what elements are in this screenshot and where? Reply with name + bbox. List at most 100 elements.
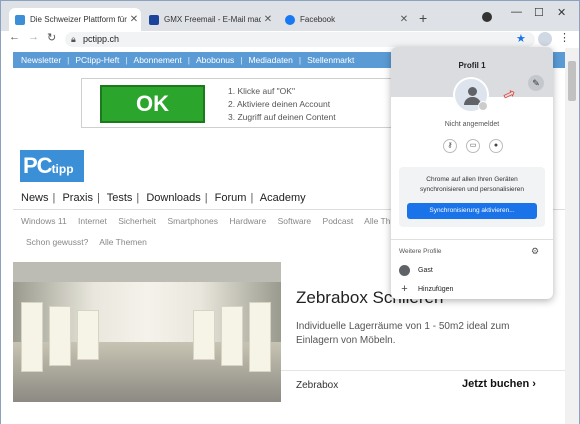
nav-newsletter[interactable]: Newsletter: [21, 55, 61, 65]
new-tab-icon[interactable]: +: [419, 10, 427, 26]
divider: [391, 239, 553, 240]
guest-label: Gast: [418, 267, 433, 274]
nav-mediadaten[interactable]: Mediadaten: [248, 55, 292, 65]
close-tab-icon[interactable]: ✕: [127, 14, 141, 25]
reload-icon[interactable]: ↻: [47, 31, 56, 44]
topic-hardware[interactable]: Hardware: [229, 216, 266, 226]
ad-step: 1. Klicke auf "OK": [228, 86, 295, 96]
storage-door: [77, 310, 99, 360]
gmx-favicon-icon: [149, 14, 159, 25]
logo-main: PC: [23, 153, 53, 178]
topic-alle-themen-truncated[interactable]: Alle Th: [364, 216, 390, 226]
close-tab-icon[interactable]: ✕: [397, 14, 411, 25]
add-profile-item[interactable]: + Hinzufügen: [399, 283, 453, 295]
topic-alle-themen[interactable]: Alle Themen: [99, 237, 147, 247]
tab-title: GMX Freemail - E-Mail made in G: [164, 15, 261, 24]
topic-smartphones[interactable]: Smartphones: [167, 216, 218, 226]
promo-description: Individuelle Lagerräume von 1 - 50m2 ide…: [296, 321, 510, 346]
avatar-badge-icon: [478, 101, 488, 111]
minimize-icon[interactable]: —: [511, 6, 522, 18]
book-now-label: Jetzt buchen: [462, 378, 530, 390]
address-location-icon[interactable]: ●: [489, 139, 503, 153]
storage-hall-photo[interactable]: [13, 262, 281, 402]
menu-kebab-icon[interactable]: ⋮: [559, 31, 570, 44]
topic-windows-11[interactable]: Windows 11: [21, 216, 67, 226]
maximize-icon[interactable]: ☐: [534, 6, 544, 19]
tab-search-icon[interactable]: [482, 12, 492, 22]
main-navigation: News | Praxis | Tests | Downloads | Forum | A…: [21, 192, 310, 204]
separator: |: [97, 192, 100, 204]
promo-brand: Zebrabox: [296, 380, 339, 391]
close-tab-icon[interactable]: ✕: [261, 14, 275, 25]
guest-person-icon: [399, 265, 410, 276]
guest-profile-item[interactable]: Gast: [399, 265, 433, 276]
scrollbar-thumb[interactable]: [568, 61, 576, 101]
browser-toolbar: ← → ↻ 🔒︎ pctipp.ch ★ ⋮: [1, 31, 579, 48]
chevron-right-icon: ›: [532, 378, 536, 390]
storage-door: [193, 310, 215, 360]
nav-news[interactable]: News: [21, 192, 49, 204]
url-text[interactable]: pctipp.ch: [83, 34, 119, 44]
close-window-icon[interactable]: ✕: [557, 6, 566, 19]
nav-downloads[interactable]: Downloads: [146, 192, 200, 204]
separator: |: [187, 55, 190, 65]
tab-gmx[interactable]: GMX Freemail - E-Mail made in G ✕: [143, 8, 275, 31]
topic-podcast[interactable]: Podcast: [323, 216, 354, 226]
page-scrollbar[interactable]: [565, 48, 579, 424]
separator: |: [298, 55, 302, 65]
separator: |: [125, 55, 128, 65]
book-now-link[interactable]: Jetzt buchen ›: [462, 378, 536, 390]
logo-sub: tipp: [51, 162, 74, 176]
bookmark-star-icon[interactable]: ★: [516, 32, 526, 45]
nav-academy[interactable]: Academy: [260, 192, 306, 204]
profile-avatar-button[interactable]: [538, 32, 552, 46]
tab-strip: Die Schweizer Plattform für Com ✕ GMX Fr…: [1, 1, 579, 31]
nav-abonnement[interactable]: Abonnement: [134, 55, 182, 65]
separator: |: [67, 55, 70, 65]
manage-profiles-gear-icon[interactable]: ⚙: [531, 246, 539, 257]
pctipp-logo[interactable]: PCtipp: [20, 150, 84, 182]
ad-step: 3. Zugriff auf deinen Content: [228, 112, 336, 122]
topic-internet[interactable]: Internet: [78, 216, 107, 226]
nav-praxis[interactable]: Praxis: [62, 192, 93, 204]
separator: |: [52, 192, 56, 204]
profile-avatar-icon: [453, 77, 489, 113]
tab-facebook[interactable]: Facebook ✕: [279, 8, 411, 31]
password-key-icon[interactable]: ⚷: [443, 139, 457, 153]
sync-description: Chrome auf allen Ihren Geräten synchroni…: [419, 176, 525, 193]
tab-title: Facebook: [300, 15, 336, 24]
plus-icon: +: [401, 283, 408, 295]
topic-software[interactable]: Software: [278, 216, 312, 226]
separator: |: [136, 192, 140, 204]
facebook-favicon-icon: [285, 14, 295, 25]
nav-tests[interactable]: Tests: [107, 192, 133, 204]
storage-door: [221, 306, 243, 366]
sign-in-status: Nicht angemeldet: [444, 121, 500, 128]
avatar-head: [468, 87, 477, 96]
nav-pctipp-heft[interactable]: PCtipp-Heft: [75, 55, 119, 65]
profile-name: Profil 1: [458, 61, 486, 70]
enable-sync-button[interactable]: Synchronisierung aktivieren...: [407, 203, 537, 219]
nav-stellenmarkt[interactable]: Stellenmarkt: [307, 55, 354, 65]
add-profile-label: Hinzufügen: [418, 285, 454, 293]
advertisement-banner[interactable]: OK 1. Klicke auf "OK" 2. Aktiviere deine…: [81, 78, 401, 128]
topic-sicherheit[interactable]: Sicherheit: [118, 216, 156, 226]
storage-door: [49, 306, 71, 366]
address-bar[interactable]: [65, 32, 535, 47]
tab-title: Die Schweizer Plattform für Com: [30, 15, 127, 24]
ad-ok-button[interactable]: OK: [100, 85, 205, 123]
storage-door: [249, 302, 271, 372]
lock-icon[interactable]: 🔒︎: [71, 34, 76, 45]
payment-card-icon[interactable]: ▭: [466, 139, 480, 153]
topic-schon-gewusst[interactable]: Schon gewusst?: [26, 237, 88, 247]
edit-profile-pencil-icon[interactable]: ✎: [528, 75, 544, 91]
nav-forum[interactable]: Forum: [215, 192, 247, 204]
profile-quick-icons: ⚷ ▭ ●: [443, 139, 503, 153]
browser-window: Die Schweizer Plattform für Com ✕ GMX Fr…: [0, 0, 580, 424]
back-arrow-icon[interactable]: ←: [9, 31, 20, 43]
tab-pctipp[interactable]: Die Schweizer Plattform für Com ✕: [9, 8, 141, 31]
profile-popup: Profil 1 ✎ ⇨ Nicht angemeldet ⚷ ▭ ● Chro…: [391, 47, 553, 299]
nav-abobonus[interactable]: Abobonus: [196, 55, 234, 65]
forward-arrow-icon[interactable]: →: [28, 31, 39, 43]
pctipp-favicon-icon: [15, 14, 25, 25]
